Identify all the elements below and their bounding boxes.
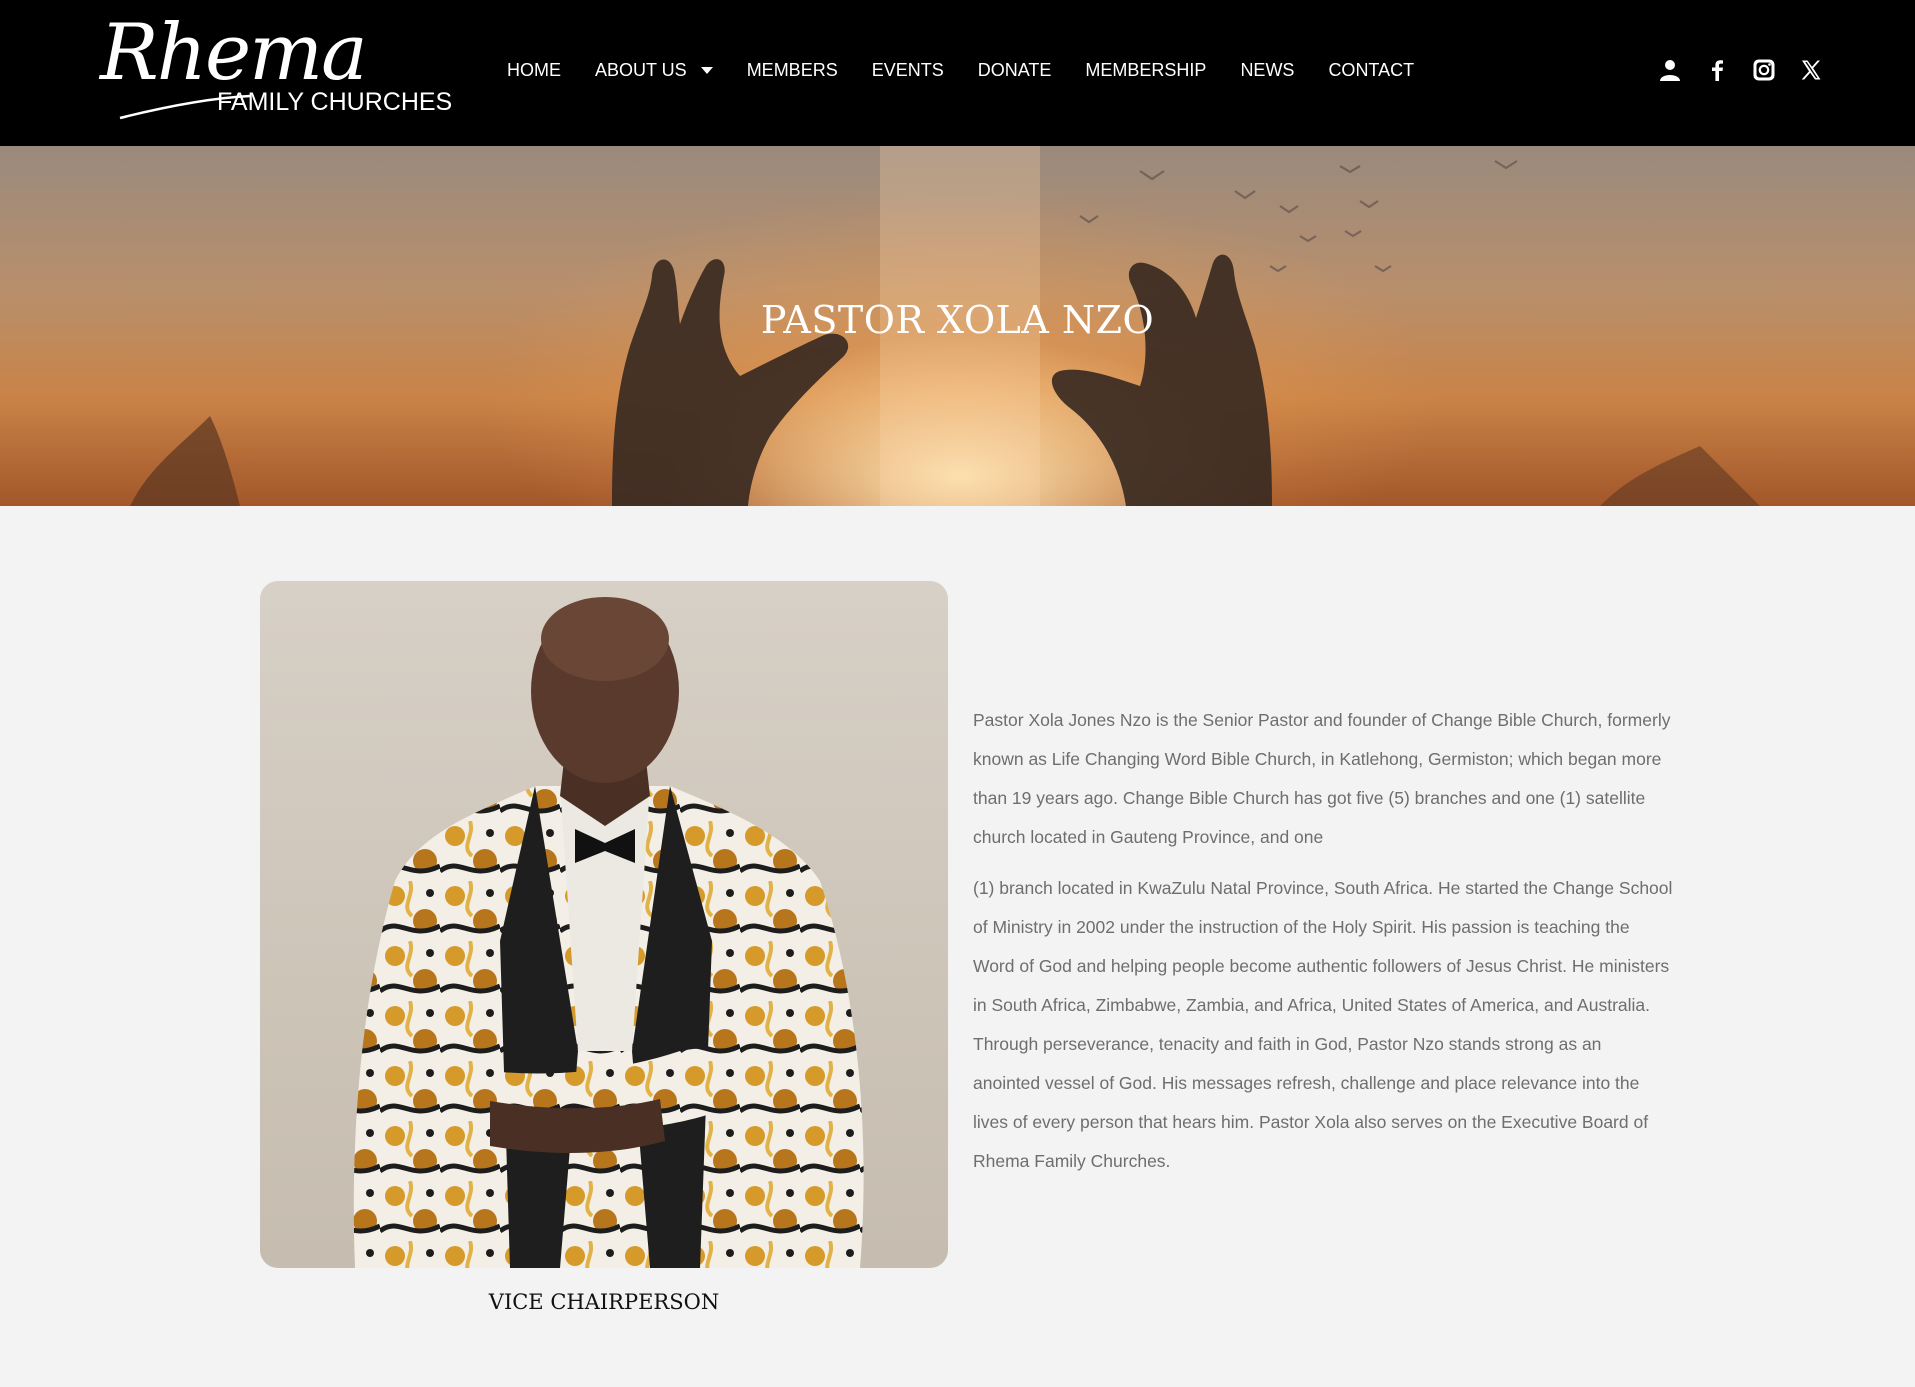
hero-banner: PASTOR XOLA NZO (0, 146, 1915, 506)
nav-contact-label: CONTACT (1328, 60, 1415, 80)
nav-home-label: HOME (507, 60, 561, 80)
site-logo[interactable]: Rhema FAMILY CHURCHES (100, 14, 452, 123)
nav-events-label: EVENTS (871, 60, 944, 80)
x-twitter-icon[interactable] (1799, 58, 1823, 82)
nav-about-us[interactable]: ABOUT US (595, 60, 713, 81)
nav-membership[interactable]: MEMBERSHIP (1085, 60, 1206, 81)
nav-donate-label: DONATE (977, 60, 1052, 80)
pastor-bio: Pastor Xola Jones Nzo is the Senior Past… (973, 701, 1673, 1193)
logo-subtitle: FAMILY CHURCHES (217, 88, 453, 116)
nav-about-us-label: ABOUT US (595, 60, 687, 80)
nav-members-label: MEMBERS (746, 60, 838, 80)
nav-donate[interactable]: DONATE (978, 60, 1052, 81)
nav-news-label: NEWS (1240, 60, 1295, 80)
nav-contact[interactable]: CONTACT (1328, 60, 1414, 81)
nav-news[interactable]: NEWS (1240, 60, 1294, 81)
chevron-down-icon (700, 67, 713, 74)
nav-home[interactable]: HOME (507, 60, 561, 81)
facebook-icon[interactable] (1705, 58, 1729, 82)
user-icon[interactable] (1658, 58, 1682, 82)
site-header: Rhema FAMILY CHURCHES HOME ABOUT US MEMB… (0, 0, 1915, 146)
portrait-caption: VICE CHAIRPERSON (488, 1290, 720, 1314)
nav-members[interactable]: MEMBERS (747, 60, 838, 81)
social-links (1658, 58, 1846, 82)
nav-membership-label: MEMBERSHIP (1085, 60, 1207, 80)
nav-events[interactable]: EVENTS (872, 60, 944, 81)
bio-paragraph: (1) branch located in KwaZulu Natal Prov… (973, 878, 1673, 1171)
instagram-icon[interactable] (1752, 58, 1776, 82)
portrait-illustration (353, 597, 864, 1268)
page-title: PASTOR XOLA NZO (760, 298, 1155, 342)
pastor-portrait-photo (260, 581, 948, 1268)
main-nav: HOME ABOUT US MEMBERS EVENTS DONATE MEMB… (507, 60, 1448, 81)
bio-paragraph: Pastor Xola Jones Nzo is the Senior Past… (973, 710, 1671, 847)
